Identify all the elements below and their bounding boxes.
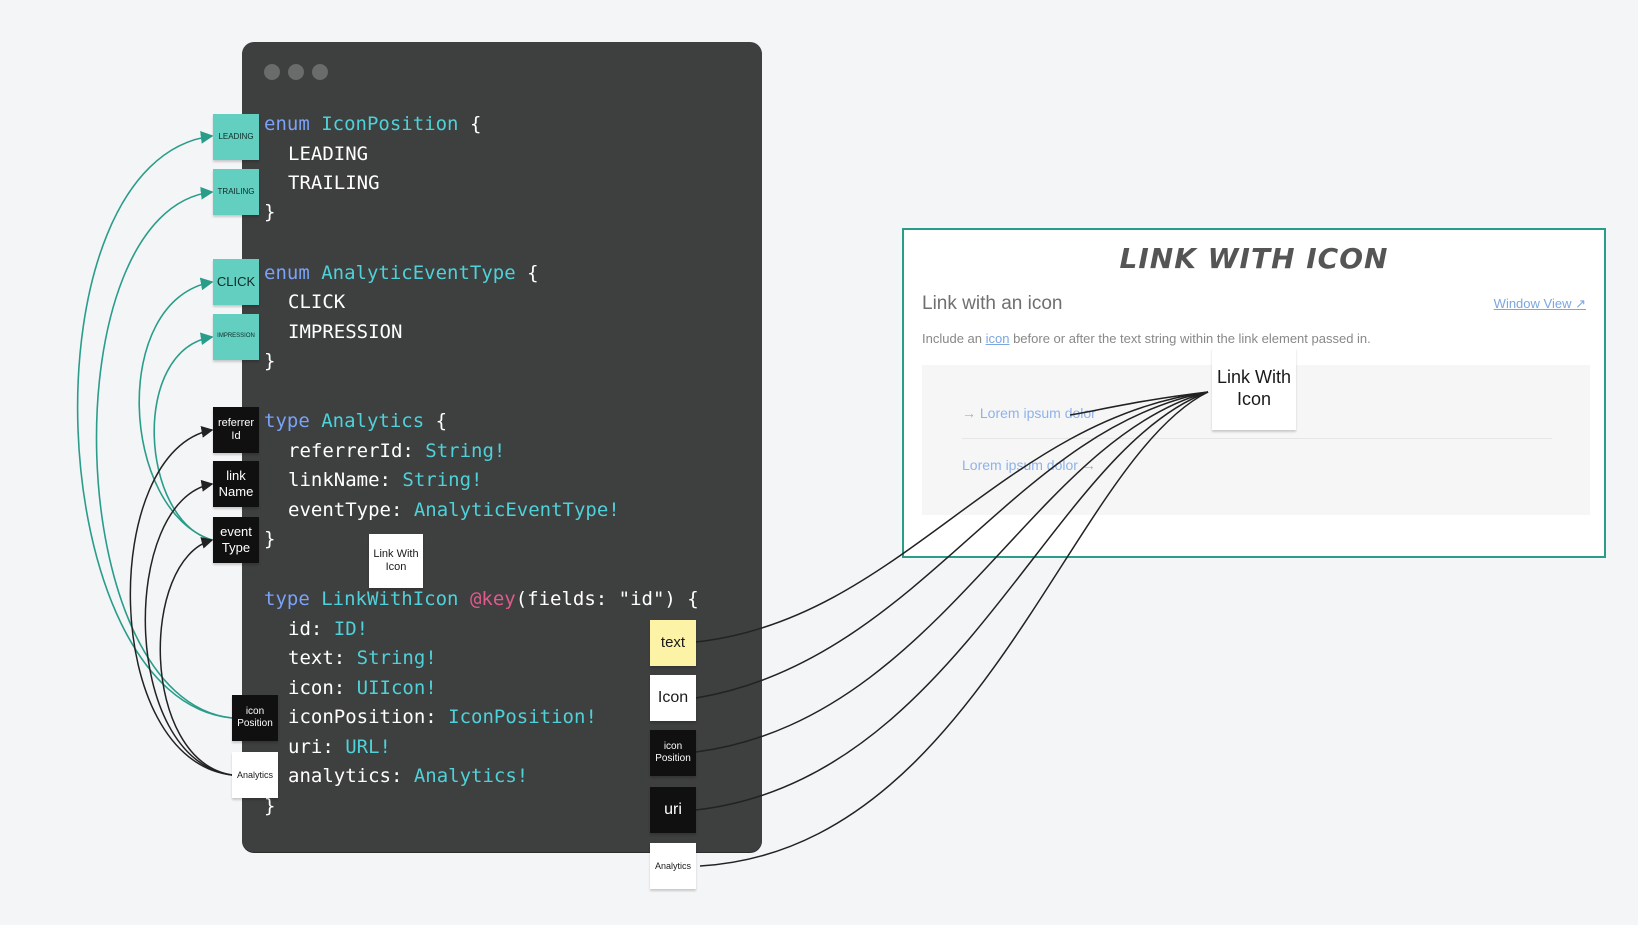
- code-field-type: URL!: [345, 736, 391, 758]
- sticky-analytics-right[interactable]: Analytics: [650, 843, 696, 889]
- code-brace: }: [264, 528, 276, 550]
- sticky-icon-position-right[interactable]: icon Position: [650, 730, 696, 776]
- sticky-event-type[interactable]: event Type: [213, 517, 259, 563]
- code-field-type: IconPosition!: [448, 706, 597, 728]
- code-field-name: id:: [288, 618, 323, 640]
- code-field-name: referrerId:: [288, 440, 414, 462]
- code-keyword: enum: [264, 113, 310, 135]
- code-field-type: String!: [402, 469, 483, 491]
- code-line-type-analytics: type Analytics {: [264, 409, 447, 433]
- code-enum-value: LEADING: [288, 143, 369, 165]
- demo-link-leading[interactable]: → Lorem ipsum dolor: [962, 405, 1096, 421]
- sticky-link-with-icon-big[interactable]: Link With Icon: [1212, 348, 1296, 430]
- sticky-icon[interactable]: Icon: [650, 675, 696, 721]
- code-field-type: UIIcon!: [356, 677, 437, 699]
- code-line-type-linkwithicon: type LinkWithIcon @key(fields: "id") {: [264, 587, 699, 611]
- code-field-name: uri:: [288, 736, 334, 758]
- wire-iconposition-trailing: [95, 186, 233, 719]
- code-field-line: linkName: String!: [288, 468, 482, 492]
- panel-description: Include an icon before or after the text…: [922, 331, 1371, 346]
- sticky-link-name[interactable]: link Name: [213, 461, 259, 507]
- code-field-type: ID!: [333, 618, 369, 640]
- demo-link-text: Lorem ipsum dolor: [979, 405, 1096, 421]
- icon-doc-link[interactable]: icon: [986, 331, 1010, 346]
- sticky-trailing[interactable]: TRAILING: [213, 169, 259, 215]
- diagram-canvas: enum IconPosition { LEADING TRAILING } e…: [0, 0, 1638, 925]
- code-field-line: id: ID!: [288, 617, 368, 641]
- code-field-name: analytics:: [288, 765, 403, 787]
- code-field-type: String!: [356, 647, 437, 669]
- code-field-line: analytics: Analytics!: [288, 764, 528, 788]
- code-field-type: String!: [425, 440, 506, 462]
- code-type-name: LinkWithIcon: [321, 588, 459, 610]
- code-keyword: type: [264, 410, 310, 432]
- wire-analytics-eventtype: [159, 537, 233, 776]
- desc-text: Include an: [922, 331, 986, 346]
- window-dot-maximize-icon[interactable]: [312, 64, 328, 80]
- window-dot-close-icon[interactable]: [264, 64, 280, 80]
- code-line-enum-eventtype: enum AnalyticEventType {: [264, 261, 539, 285]
- code-enum-value: CLICK: [288, 291, 346, 313]
- panel-heading: Link with an icon: [922, 293, 1063, 314]
- code-directive: @key: [469, 588, 516, 610]
- code-keyword: enum: [264, 262, 310, 284]
- code-field-name: icon:: [288, 677, 346, 699]
- code-field-name: iconPosition:: [288, 706, 437, 728]
- code-field-line: referrerId: String!: [288, 439, 505, 463]
- code-field-name: linkName:: [288, 469, 391, 491]
- code-line-enum-iconposition: enum IconPosition {: [264, 112, 481, 136]
- code-field-line: text: String!: [288, 646, 437, 670]
- code-field-name: eventType:: [288, 499, 403, 521]
- window-view-label: Window View: [1493, 296, 1572, 311]
- code-field-type: AnalyticEventType!: [413, 499, 620, 521]
- wire-eventtype-impression: [153, 332, 214, 541]
- window-dot-minimize-icon[interactable]: [288, 64, 304, 80]
- sticky-analytics-left[interactable]: Analytics: [232, 752, 278, 798]
- code-brace: {: [435, 410, 448, 432]
- code-brace: {: [469, 113, 482, 135]
- code-keyword: type: [264, 588, 310, 610]
- window-view-link[interactable]: Window View ↗: [1494, 296, 1586, 312]
- code-type-name: Analytics: [321, 410, 425, 432]
- sticky-icon-position-left[interactable]: icon Position: [232, 695, 278, 741]
- code-field-line: iconPosition: IconPosition!: [288, 705, 597, 729]
- wire-eventtype-click: [138, 277, 214, 541]
- panel-title: LINK WITH ICON: [1119, 242, 1389, 275]
- sticky-link-with-icon-small[interactable]: Link With Icon: [369, 534, 423, 588]
- demo-link-text: Lorem ipsum dolor: [962, 457, 1078, 473]
- code-field-name: text:: [288, 647, 346, 669]
- sticky-text[interactable]: text: [650, 620, 696, 666]
- code-directive-args: (fields: "id") {: [515, 588, 699, 610]
- code-field-line: icon: UIIcon!: [288, 676, 437, 700]
- code-brace: {: [527, 262, 539, 284]
- code-field-type: Analytics!: [413, 765, 529, 787]
- external-link-icon: ↗: [1575, 296, 1586, 311]
- desc-text: before or after the text string within t…: [1009, 331, 1371, 346]
- code-field-line: eventType: AnalyticEventType!: [288, 498, 620, 522]
- code-brace: }: [264, 201, 276, 223]
- arrow-right-icon: →: [1081, 457, 1096, 473]
- sticky-click[interactable]: CLICK: [213, 259, 259, 305]
- sticky-referrer-id[interactable]: referrer Id: [213, 407, 259, 453]
- demo-link-trailing[interactable]: Lorem ipsum dolor →: [962, 457, 1096, 473]
- divider: [962, 438, 1552, 439]
- code-brace: }: [264, 350, 276, 372]
- code-field-line: uri: URL!: [288, 735, 391, 759]
- sticky-impression[interactable]: IMPRESSION: [213, 314, 259, 360]
- wire-iconposition-leading: [76, 131, 233, 719]
- arrow-right-icon: →: [962, 405, 976, 421]
- code-enum-value: TRAILING: [288, 172, 380, 194]
- sticky-uri[interactable]: uri: [650, 787, 696, 833]
- code-enum-value: IMPRESSION: [288, 321, 403, 343]
- code-type-name: IconPosition: [321, 113, 459, 135]
- sticky-leading[interactable]: LEADING: [213, 114, 259, 160]
- code-type-name: AnalyticEventType: [321, 262, 516, 284]
